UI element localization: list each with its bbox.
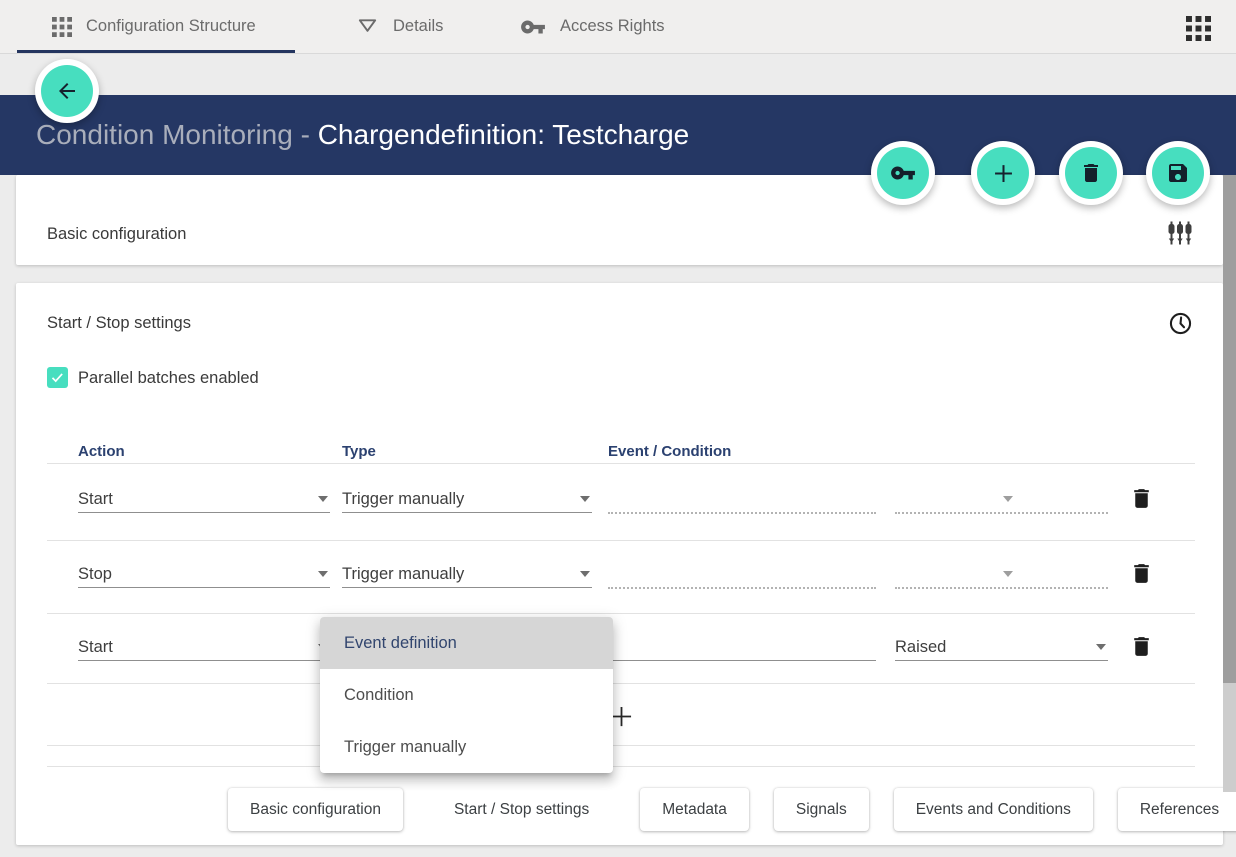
scrollbar-thumb[interactable] (1223, 175, 1236, 683)
back-button-halo (35, 59, 99, 123)
back-button[interactable] (41, 65, 93, 117)
action-select-row-1[interactable]: Start (78, 486, 330, 513)
active-tab-underline (17, 50, 295, 53)
select-value: Raised (895, 635, 946, 659)
column-header-action: Action (78, 443, 125, 460)
delete-button-halo (1059, 141, 1123, 205)
parallel-batches-checkbox[interactable] (47, 367, 68, 388)
delete-button[interactable] (1065, 147, 1117, 199)
app-screen: Configuration Structure Details Access R… (0, 0, 1236, 857)
state-select-row-3[interactable]: Raised (895, 634, 1108, 661)
nav-start-stop-settings[interactable]: Start / Stop settings (428, 788, 615, 831)
key-icon (890, 160, 916, 186)
menu-item-trigger-manually[interactable]: Trigger manually (320, 721, 613, 773)
divider (47, 463, 1195, 464)
page-title-prefix: Condition Monitoring - (36, 119, 318, 151)
delete-row-button[interactable] (1126, 483, 1156, 513)
clock-icon (1167, 310, 1194, 337)
tab-details[interactable]: Details (356, 0, 443, 53)
event-condition-select-row-1 (608, 486, 876, 514)
funnel-icon (356, 15, 379, 38)
tab-access-rights[interactable]: Access Rights (520, 0, 665, 53)
chevron-down-icon (580, 496, 590, 502)
key-button-halo (871, 141, 935, 205)
basic-configuration-card: Basic configuration (16, 175, 1223, 265)
apps-grid-icon (1186, 16, 1211, 41)
key-icon (520, 14, 546, 40)
tab-configuration-structure[interactable]: Configuration Structure (52, 0, 256, 53)
action-select-row-3[interactable]: Start (78, 634, 330, 661)
select-value: Trigger manually (342, 487, 464, 511)
tab-label: Details (393, 17, 443, 36)
delete-row-button[interactable] (1126, 631, 1156, 661)
tab-label: Access Rights (560, 17, 665, 36)
chevron-down-icon (1003, 496, 1013, 502)
divider (47, 683, 1195, 684)
divider (47, 540, 1195, 541)
state-select-row-2 (895, 561, 1108, 589)
menu-item-event-definition[interactable]: Event definition (320, 617, 613, 669)
type-select-row-2[interactable]: Trigger manually (342, 561, 592, 588)
sliders-button[interactable] (1166, 219, 1194, 247)
page-title: Condition Monitoring - Chargendefinition… (36, 95, 689, 175)
chevron-down-icon (1003, 571, 1013, 577)
tab-label: Configuration Structure (86, 17, 256, 36)
trash-icon (1079, 161, 1103, 185)
column-header-type: Type (342, 443, 376, 460)
column-header-event-condition: Event / Condition (608, 443, 731, 460)
chevron-down-icon (318, 496, 328, 502)
page-title-main: Chargendefinition: Testcharge (318, 119, 690, 151)
trash-icon (1129, 634, 1154, 659)
key-button[interactable] (877, 147, 929, 199)
save-icon (1166, 161, 1190, 185)
select-value: Start (78, 635, 113, 659)
trash-icon (1129, 561, 1154, 586)
divider (47, 745, 1195, 746)
action-select-row-2[interactable]: Stop (78, 561, 330, 588)
page-header: Condition Monitoring - Chargendefinition… (0, 95, 1236, 175)
basic-configuration-title: Basic configuration (47, 225, 186, 244)
save-button[interactable] (1152, 147, 1204, 199)
divider (47, 766, 1195, 767)
event-condition-select-row-3[interactable] (608, 634, 876, 661)
chevron-down-icon (1096, 644, 1106, 650)
trash-icon (1129, 486, 1154, 511)
checkmark-icon (50, 370, 65, 385)
save-button-halo (1146, 141, 1210, 205)
delete-row-button[interactable] (1126, 558, 1156, 588)
nav-events-and-conditions[interactable]: Events and Conditions (894, 788, 1093, 831)
start-stop-settings-title: Start / Stop settings (47, 314, 191, 333)
sliders-icon (1167, 220, 1193, 246)
nav-metadata[interactable]: Metadata (640, 788, 749, 831)
type-dropdown-menu: Event definition Condition Trigger manua… (320, 617, 613, 773)
arrow-left-icon (55, 79, 79, 103)
type-select-row-1[interactable]: Trigger manually (342, 486, 592, 513)
clock-button[interactable] (1166, 309, 1194, 337)
select-value: Trigger manually (342, 562, 464, 586)
bottom-nav: Basic configuration Start / Stop setting… (228, 788, 1236, 831)
select-value: Stop (78, 562, 112, 586)
chevron-down-icon (318, 571, 328, 577)
menu-item-condition[interactable]: Condition (320, 669, 613, 721)
select-value: Start (78, 487, 113, 511)
chevron-down-icon (580, 571, 590, 577)
grid-icon (52, 17, 72, 37)
state-select-row-1 (895, 486, 1108, 514)
nav-basic-configuration[interactable]: Basic configuration (228, 788, 403, 831)
plus-icon (990, 160, 1017, 187)
nav-references[interactable]: References (1118, 788, 1236, 831)
apps-menu-button[interactable] (1186, 16, 1211, 41)
add-button-halo (971, 141, 1035, 205)
add-button[interactable] (977, 147, 1029, 199)
parallel-batches-label: Parallel batches enabled (78, 369, 259, 388)
divider (47, 613, 1195, 614)
start-stop-settings-card: Start / Stop settings Parallel batches e… (16, 283, 1223, 845)
event-condition-select-row-2 (608, 561, 876, 589)
top-tab-bar: Configuration Structure Details Access R… (0, 0, 1236, 54)
nav-signals[interactable]: Signals (774, 788, 869, 831)
